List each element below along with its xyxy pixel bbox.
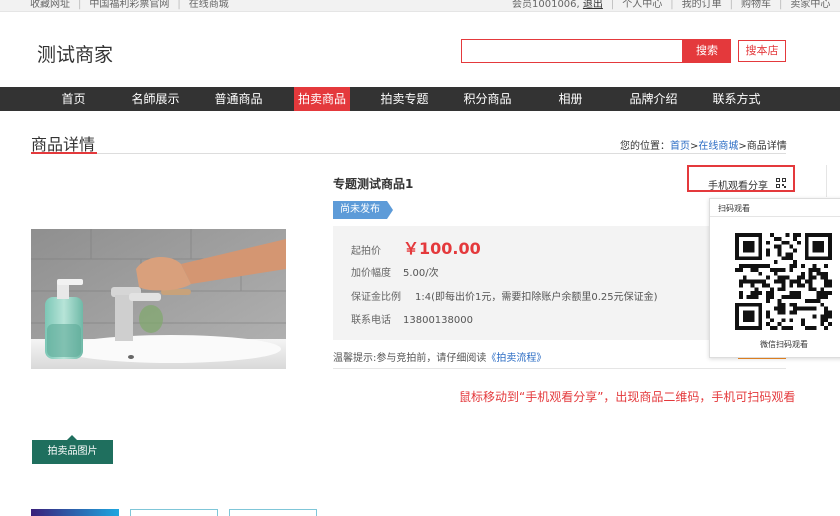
- my-orders-link[interactable]: 我的订单: [682, 0, 722, 10]
- nav-item-regular[interactable]: 普通商品: [211, 87, 266, 111]
- edge-divider: [826, 165, 827, 197]
- annotation-text: 鼠标移动到“手机观看分享”，出现商品二维码，手机可扫码观看: [459, 390, 796, 404]
- bookmark-link[interactable]: 收藏网址: [30, 0, 70, 10]
- mobile-share-label[interactable]: 手机观看分享: [708, 177, 768, 192]
- start-price-value: ￥100.00: [403, 239, 481, 258]
- auction-process-link[interactable]: 《拍卖流程》: [486, 353, 546, 364]
- title-underline: [31, 152, 97, 154]
- product-image[interactable]: [31, 229, 286, 369]
- tip-divider: [333, 368, 786, 369]
- product-photo: [31, 229, 286, 369]
- nav-item-points[interactable]: 积分商品: [460, 87, 515, 111]
- phone-label: 联系电话: [351, 315, 391, 326]
- top-bar-left: 收藏网址 | 中国福利彩票官网 | 在线商城: [30, 0, 229, 10]
- personal-center-link[interactable]: 个人中心: [622, 0, 662, 10]
- thumbnail-3[interactable]: [229, 509, 317, 516]
- cart-link[interactable]: 购物车: [741, 0, 771, 10]
- start-price-row: 起拍价 ￥100.00: [351, 235, 481, 259]
- tip-text: 温馨提示:参与竞拍前，请仔细阅读: [333, 353, 487, 364]
- breadcrumb-mall[interactable]: 在线商城: [698, 141, 738, 152]
- user-name: 会员1001006: [512, 0, 577, 10]
- thumbnail-1[interactable]: [31, 509, 119, 516]
- increment-value: 5.00/次: [403, 268, 439, 279]
- start-price-label: 起拍价: [351, 246, 381, 257]
- qr-popup: 扫码观看 微信扫码观看: [709, 198, 840, 358]
- qr-popup-divider: [710, 216, 840, 217]
- nav-item-auction[interactable]: 拍卖商品: [294, 87, 350, 111]
- mall-link[interactable]: 在线商城: [189, 0, 229, 10]
- thumbnail-2[interactable]: [130, 509, 218, 516]
- logout-link[interactable]: 退出: [583, 0, 603, 10]
- seller-center-link[interactable]: 卖家中心: [790, 0, 830, 10]
- status-badge: 尚未发布: [333, 201, 393, 219]
- breadcrumb-prefix: 您的位置：: [620, 141, 670, 152]
- breadcrumb-home[interactable]: 首页: [670, 141, 690, 152]
- deposit-label: 保证金比例: [351, 292, 401, 303]
- product-qr-code: [735, 233, 832, 330]
- lottery-link[interactable]: 中国福利彩票官网: [89, 0, 169, 10]
- nav-item-album[interactable]: 相册: [543, 87, 598, 111]
- nav-item-auction-topic[interactable]: 拍卖专题: [377, 87, 432, 111]
- breadcrumb-sep: >: [738, 141, 747, 152]
- qr-popup-caption: 微信扫码观看: [760, 340, 808, 349]
- breadcrumb: 您的位置：首页>在线商城>商品详情: [620, 137, 787, 152]
- search-button[interactable]: 搜索: [683, 39, 731, 63]
- nav-item-masters[interactable]: 名師展示: [128, 87, 183, 111]
- deposit-value: 1:4(即每出价1元，需要扣除账户余额里0.25元保证金): [415, 292, 658, 303]
- shop-name: 测试商家: [37, 44, 114, 66]
- title-divider: [31, 153, 786, 154]
- increment-label: 加价幅度: [351, 268, 391, 279]
- nav-item-contact[interactable]: 联系方式: [709, 87, 764, 111]
- increment-row: 加价幅度 5.00/次: [351, 264, 439, 279]
- phone-row: 联系电话 13800138000: [351, 311, 473, 326]
- nav-item-brand[interactable]: 品牌介绍: [626, 87, 681, 111]
- deposit-row: 保证金比例 1:4(即每出价1元，需要扣除账户余额里0.25元保证金): [351, 288, 658, 303]
- top-bar-right: 会员1001006, 退出 | 个人中心 | 我的订单 | 购物车 | 卖家中心: [512, 0, 831, 10]
- product-title: 专题测试商品1: [333, 177, 414, 191]
- phone-value: 13800138000: [403, 315, 473, 326]
- product-image-tag[interactable]: 拍卖品图片: [32, 440, 113, 464]
- search-input[interactable]: [461, 39, 683, 63]
- breadcrumb-current: 商品详情: [746, 141, 787, 152]
- main-nav: 首页 名師展示 普通商品 拍卖商品 拍卖专题 积分商品 相册 品牌介绍 联系方式: [0, 87, 840, 111]
- top-bar: 收藏网址 | 中国福利彩票官网 | 在线商城 会员1001006, 退出 | 个人中心 | 我的…: [0, 0, 840, 12]
- qr-code-icon[interactable]: [776, 178, 786, 188]
- qr-popup-title: 扫码观看: [718, 204, 750, 213]
- search-store-button[interactable]: 搜本店: [738, 40, 786, 62]
- nav-item-home[interactable]: 首页: [46, 87, 101, 111]
- auction-tip: 温馨提示:参与竞拍前，请仔细阅读《拍卖流程》: [333, 349, 546, 364]
